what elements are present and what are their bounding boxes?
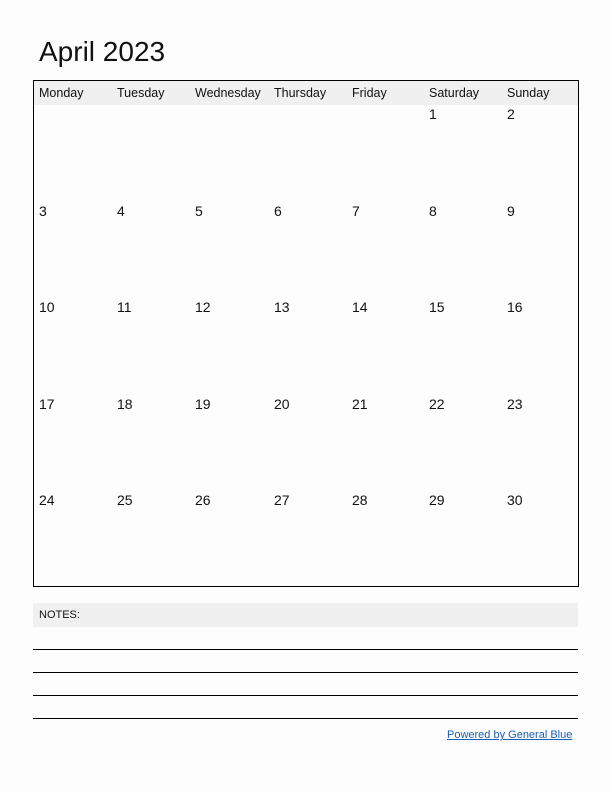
day-cell: 9 (507, 202, 515, 219)
weekday-sunday: Sunday (507, 86, 550, 100)
weekday-wednesday: Wednesday (195, 86, 261, 100)
day-cell: 20 (274, 395, 290, 412)
notes-label: NOTES: (39, 609, 80, 621)
notes-line (33, 695, 578, 696)
day-cell: 2 (507, 106, 515, 122)
notes-line (33, 649, 578, 650)
notes-line (33, 718, 578, 719)
weekday-friday: Friday (352, 86, 387, 100)
day-cell: 7 (352, 202, 360, 219)
page-title: April 2023 (39, 36, 166, 67)
day-cell: 22 (429, 395, 445, 412)
day-cell: 24 (39, 492, 55, 508)
day-cell: 11 (117, 299, 132, 315)
day-cell: 3 (39, 202, 47, 219)
day-cell: 15 (429, 299, 445, 315)
powered-by-link[interactable]: Powered by General Blue (447, 729, 572, 741)
day-cell: 23 (507, 395, 523, 412)
day-cell: 6 (274, 202, 282, 219)
day-cell: 18 (117, 395, 133, 412)
day-cell: 14 (352, 299, 368, 315)
notes-line (33, 672, 578, 673)
day-cell: 12 (195, 299, 211, 315)
calendar-grid: Monday Tuesday Wednesday Thursday Friday… (33, 80, 579, 587)
day-cell: 5 (195, 202, 203, 219)
day-cell: 10 (39, 299, 55, 315)
day-cell: 28 (352, 492, 368, 508)
day-cell: 26 (195, 492, 211, 508)
weekday-thursday: Thursday (274, 86, 327, 100)
day-cell: 27 (274, 492, 290, 508)
day-cell: 19 (195, 395, 211, 412)
day-cell: 29 (429, 492, 445, 508)
day-cell: 8 (429, 202, 437, 219)
weekday-monday: Monday (39, 86, 84, 100)
day-cell: 1 (429, 106, 437, 122)
day-cell: 25 (117, 492, 133, 508)
day-cell: 13 (274, 299, 290, 315)
day-cell: 30 (507, 492, 523, 508)
day-cell: 21 (352, 395, 368, 412)
day-cell: 16 (507, 299, 523, 315)
weekday-tuesday: Tuesday (117, 86, 165, 100)
day-cell: 17 (39, 395, 55, 412)
weekday-header: Monday Tuesday Wednesday Thursday Friday… (34, 81, 578, 105)
notes-header: NOTES: (33, 603, 578, 627)
day-cell: 4 (117, 202, 125, 219)
weekday-saturday: Saturday (429, 86, 480, 100)
